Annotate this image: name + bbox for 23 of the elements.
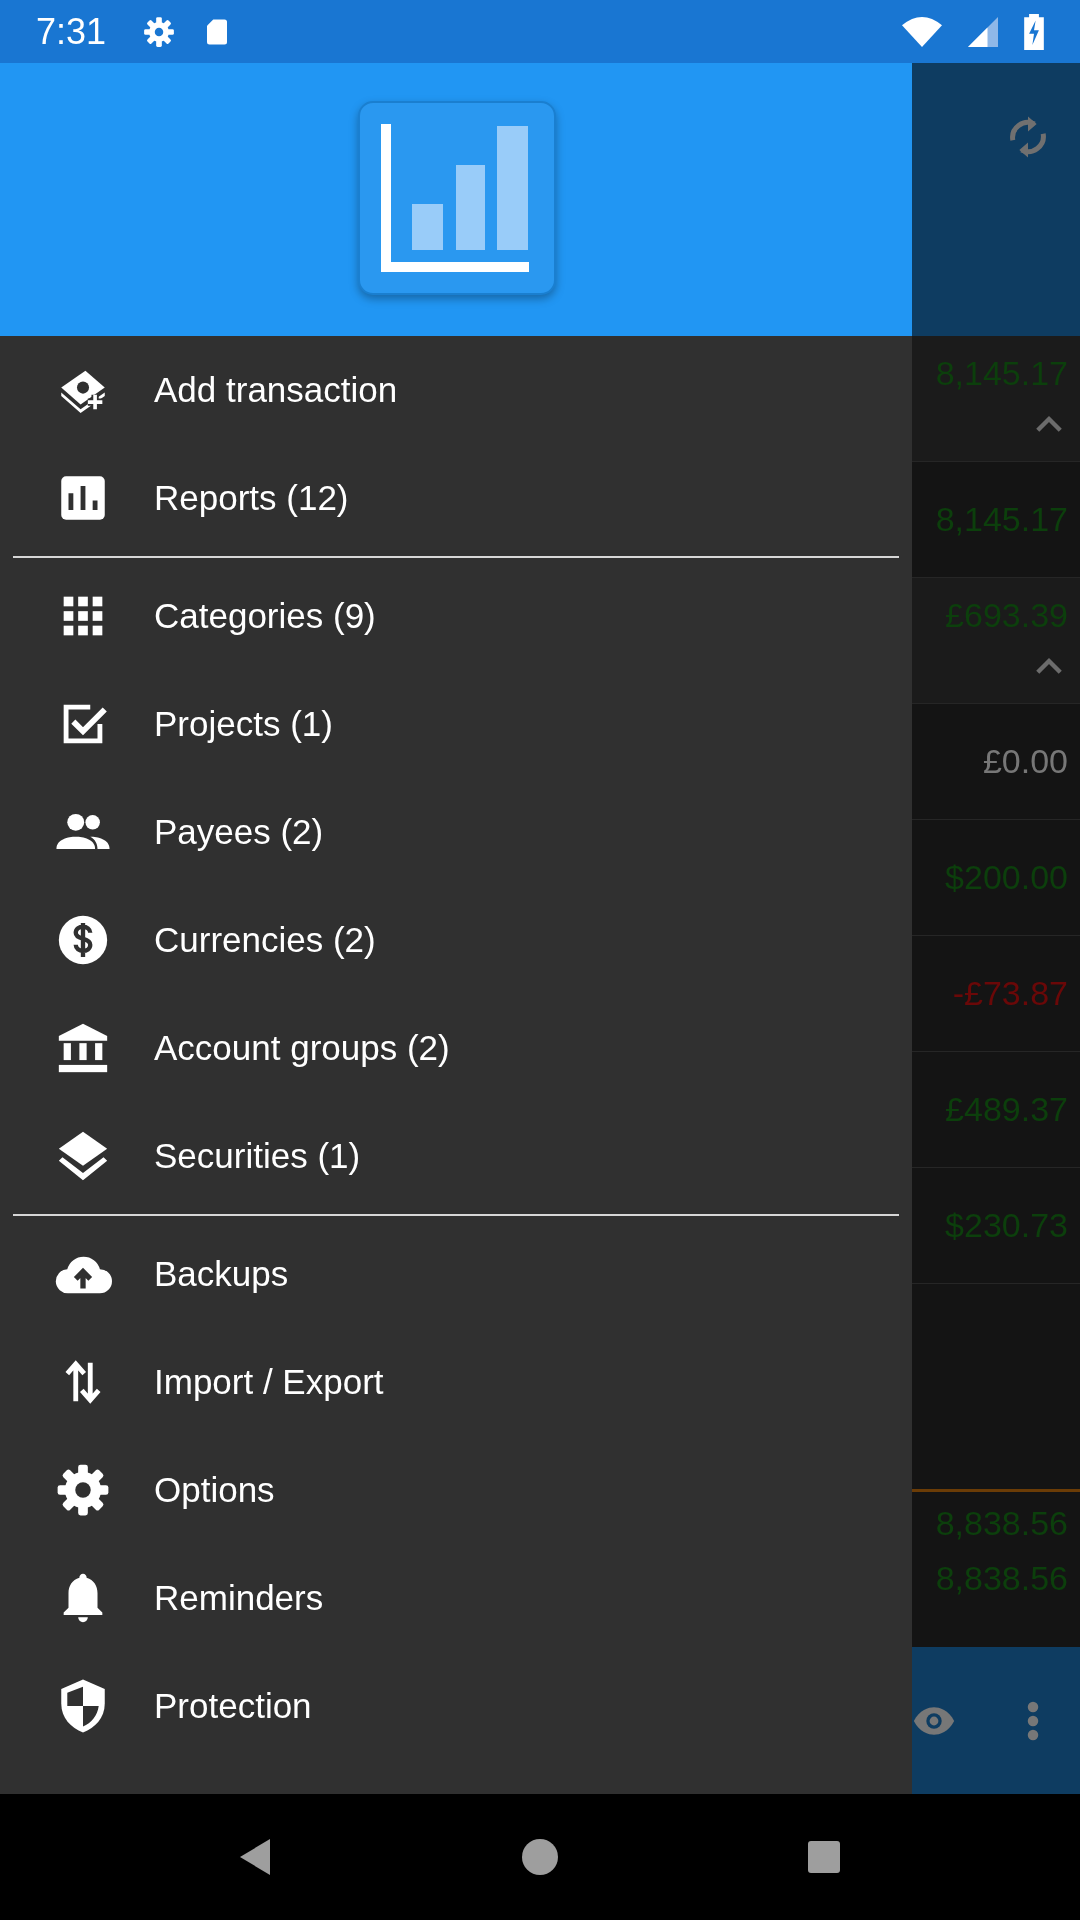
- drawer-menu-item[interactable]: Categories (9): [0, 562, 912, 670]
- drawer-menu-item[interactable]: Reminders: [0, 1544, 912, 1652]
- amount: £0.00: [982, 742, 1068, 781]
- signal-icon: [968, 16, 998, 47]
- drawer-menu-item[interactable]: Options: [0, 1436, 912, 1544]
- drawer-menu-item[interactable]: Add transaction: [0, 336, 912, 444]
- drawer-menu-item[interactable]: Import / Export: [0, 1328, 912, 1436]
- drawer-menu-item[interactable]: Backups: [0, 1220, 912, 1328]
- settings-icon: [142, 14, 177, 49]
- drawer-menu-item[interactable]: Currencies (2): [0, 886, 912, 994]
- drawer-menu-item[interactable]: Payees (2): [0, 778, 912, 886]
- drawer-menu-item[interactable]: Securities (1): [0, 1102, 912, 1210]
- battery-icon: [1024, 13, 1044, 50]
- wifi-icon: [902, 14, 942, 49]
- account-row[interactable]: £0.00: [912, 704, 1080, 820]
- drawer-menu-item[interactable]: Reports (12): [0, 444, 912, 552]
- amount: -£73.87: [952, 974, 1068, 1013]
- drawer-menu-item[interactable]: Projects (1): [0, 670, 912, 778]
- chevron-up-icon[interactable]: [1034, 657, 1064, 675]
- drawer-menu-item[interactable]: Protection: [0, 1652, 912, 1760]
- chevron-up-icon[interactable]: [1034, 415, 1064, 433]
- status-time: 7:31: [36, 10, 107, 53]
- drawer-menu-item[interactable]: Account groups (2): [0, 994, 912, 1102]
